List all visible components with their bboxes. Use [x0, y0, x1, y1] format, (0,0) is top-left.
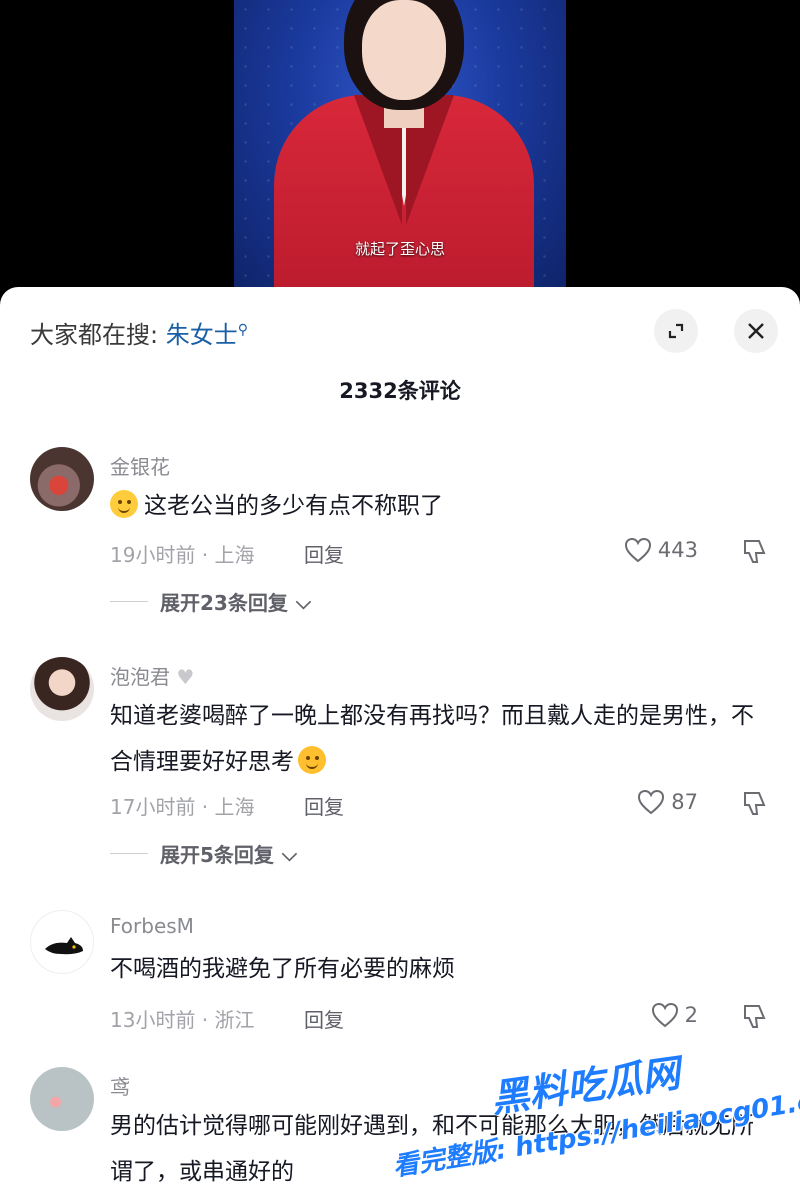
comment-meta: 17小时前 · 上海: [110, 795, 255, 819]
comment-username[interactable]: 金银花: [110, 451, 170, 480]
anchor-face: [362, 0, 446, 100]
heart-icon: [624, 537, 651, 563]
chevron-down-icon: ⌵: [295, 589, 312, 614]
expand-button[interactable]: [654, 309, 698, 353]
comment-text-body: 这老公当的多少有点不称职了: [144, 493, 443, 519]
expand-icon: [668, 323, 684, 339]
expand-replies-label: 展开23条回复: [160, 591, 288, 615]
close-icon: [748, 323, 764, 339]
like-button[interactable]: 443: [624, 537, 698, 563]
comment-username-text: 泡泡君: [110, 665, 170, 689]
like-button[interactable]: 87: [637, 789, 698, 815]
avatar[interactable]: [30, 1067, 94, 1131]
comment-username[interactable]: ForbesM: [110, 914, 194, 938]
avatar[interactable]: [30, 657, 94, 721]
expand-replies-button[interactable]: 展开5条回复 ⌵: [110, 839, 297, 868]
reply-button[interactable]: 回复: [304, 1004, 344, 1033]
like-count: 87: [671, 790, 698, 814]
dislike-icon[interactable]: [740, 537, 770, 567]
chevron-down-icon: ⌵: [281, 841, 298, 866]
trending-search[interactable]: 大家都在搜: 朱女士⚲: [30, 315, 248, 350]
avatar[interactable]: [30, 447, 94, 511]
comment-count: 2332条评论: [339, 379, 461, 403]
cat-avatar-icon: [45, 937, 83, 955]
avatar[interactable]: [30, 910, 94, 974]
like-count: 2: [684, 1003, 698, 1027]
trending-search-keyword[interactable]: 朱女士: [166, 321, 238, 349]
heart-badge-icon: ♥: [176, 665, 195, 689]
comment-username[interactable]: 鸢: [110, 1071, 130, 1100]
comment-text: 这老公当的多少有点不称职了: [110, 483, 760, 529]
close-button[interactable]: [734, 309, 778, 353]
expand-replies-button[interactable]: 展开23条回复 ⌵: [110, 587, 311, 616]
search-icon: ⚲: [237, 322, 248, 338]
comment-username[interactable]: 泡泡君 ♥: [110, 661, 194, 690]
expand-replies-label: 展开5条回复: [160, 843, 274, 867]
smile-emoji-icon: [110, 490, 138, 518]
video-frame[interactable]: 就起了歪心思: [234, 0, 566, 300]
dislike-icon[interactable]: [740, 1002, 770, 1032]
like-button[interactable]: 2: [651, 1002, 698, 1028]
video-subtitle: 就起了歪心思: [354, 240, 445, 258]
comment-meta: 19小时前 · 上海: [110, 543, 255, 567]
like-count: 443: [657, 538, 698, 562]
trending-search-prefix: 大家都在搜:: [30, 321, 159, 349]
comment-panel: 大家都在搜: 朱女士⚲ 2332条评论 金银花 这老公当的多少有点不称职了 19…: [0, 287, 800, 1200]
reply-button[interactable]: 回复: [304, 791, 344, 820]
divider: [110, 853, 148, 854]
video-player[interactable]: 就起了歪心思: [0, 0, 800, 300]
wink-emoji-icon: [298, 746, 326, 774]
heart-icon: [638, 789, 665, 815]
comment-text: 知道老婆喝醉了一晚上都没有再找吗？而且戴人走的是男性，不合情理要好好思考: [110, 693, 760, 785]
dislike-icon[interactable]: [740, 789, 770, 819]
comment-text: 不喝酒的我避免了所有必要的麻烦: [110, 956, 455, 982]
reply-button[interactable]: 回复: [304, 539, 344, 568]
heart-icon: [651, 1002, 678, 1028]
comment-meta: 13小时前 · 浙江: [110, 1008, 255, 1032]
divider: [110, 601, 148, 602]
comment-text-body: 知道老婆喝醉了一晚上都没有再找吗？而且戴人走的是男性，不合情理要好好思考: [110, 703, 754, 775]
